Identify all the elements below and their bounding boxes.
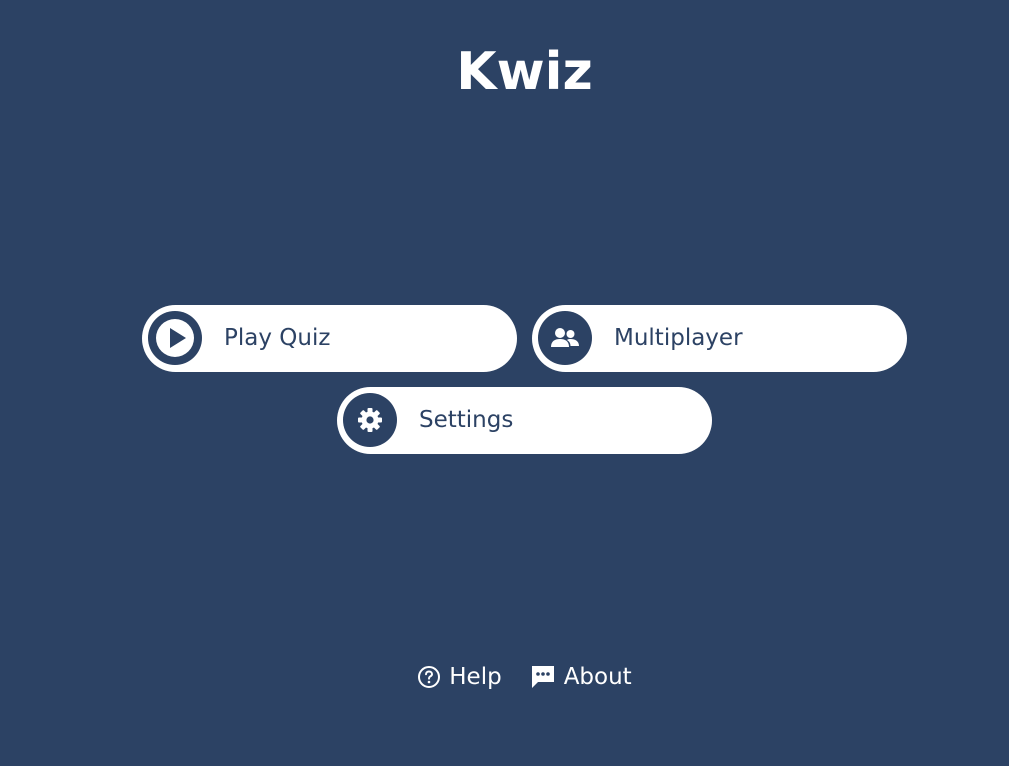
app-title: Kwiz (456, 42, 593, 102)
gear-icon (343, 393, 397, 447)
about-link[interactable]: About (530, 660, 632, 694)
users-icon (538, 311, 592, 365)
help-link[interactable]: Help (417, 660, 502, 694)
help-label: Help (449, 664, 502, 690)
about-label: About (563, 664, 632, 690)
help-circle-icon (417, 665, 441, 689)
multiplayer-label: Multiplayer (614, 325, 743, 351)
footer-links: Help About (0, 660, 1009, 694)
multiplayer-button[interactable]: Multiplayer (532, 305, 907, 372)
play-quiz-button[interactable]: Play Quiz (142, 305, 517, 372)
settings-button[interactable]: Settings (337, 387, 712, 454)
chat-icon (530, 665, 556, 689)
settings-label: Settings (419, 407, 514, 433)
play-quiz-label: Play Quiz (224, 325, 331, 351)
play-icon (148, 311, 202, 365)
